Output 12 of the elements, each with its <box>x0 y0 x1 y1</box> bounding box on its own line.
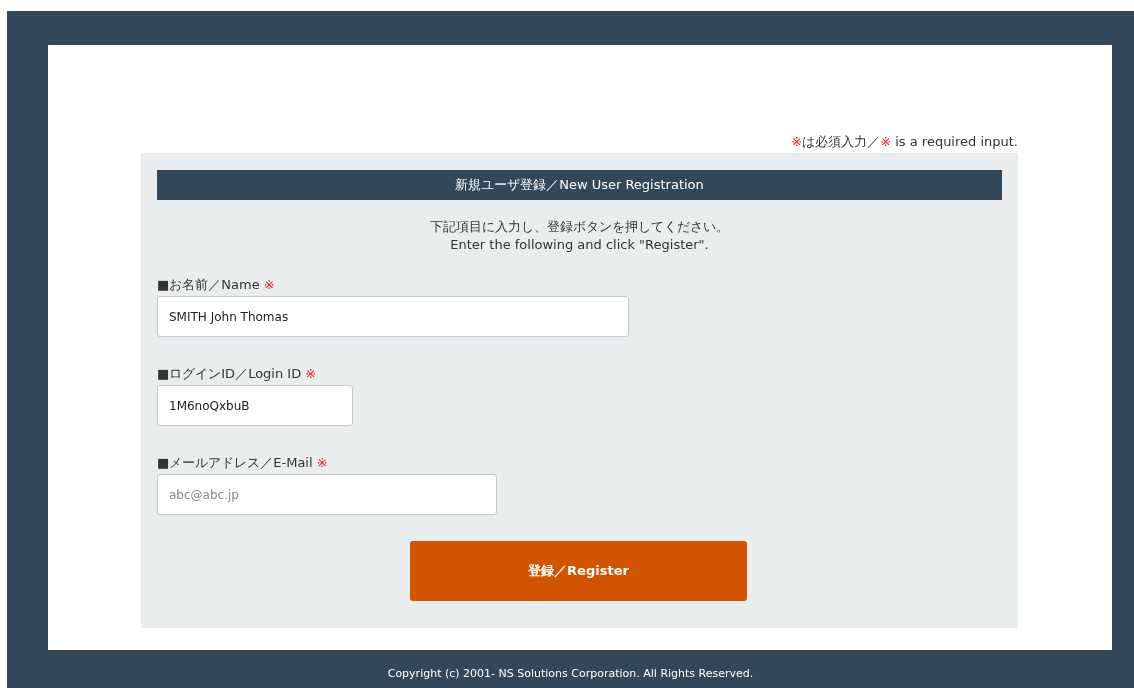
instruction-text: Enter the following and click "Register". <box>449 236 710 254</box>
field-label: ■お名前／Name ※ <box>157 276 276 294</box>
form-title: 新規ユーザ登録／New User Registration <box>157 170 1002 200</box>
field-label: ■ログインID／Login ID ※ <box>157 365 318 383</box>
input-field[interactable]: abc@abc.jp <box>157 474 497 515</box>
instruction-text: 下記項目に入力し、登録ボタンを押してください。 <box>429 218 730 236</box>
copyright-text: Copyright (c) 2001- NS Solutions Corporation. All Rights Reserved. <box>387 667 754 680</box>
field-label: ■メールアドレス／E-Mail ※ <box>157 454 329 472</box>
input-field[interactable]: 1M6noQxbuB <box>157 385 353 426</box>
register-button[interactable]: 登録／Register <box>410 541 747 601</box>
required-note: ※は必須入力／※ is a required input. <box>791 133 1018 151</box>
input-field[interactable]: SMITH John Thomas <box>157 296 629 337</box>
